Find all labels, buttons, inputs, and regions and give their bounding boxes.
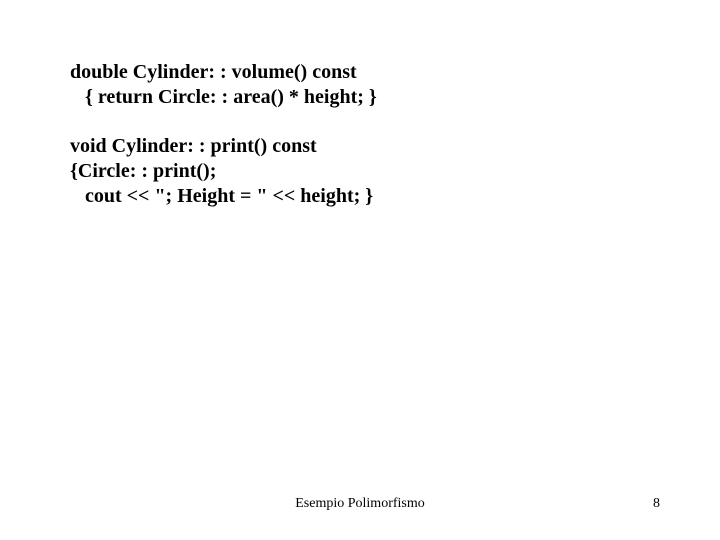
code-line-2: { return Circle: : area() * height; }	[70, 85, 650, 110]
slide: double Cylinder: : volume() const { retu…	[0, 0, 720, 540]
code-line-4: {Circle: : print();	[70, 159, 650, 184]
blank-line	[70, 110, 650, 134]
page-number: 8	[653, 496, 660, 512]
code-block: double Cylinder: : volume() const { retu…	[70, 60, 650, 209]
code-line-5: cout << "; Height = " << height; }	[70, 184, 650, 209]
footer-title: Esempio Polimorfismo	[0, 496, 720, 512]
code-line-1: double Cylinder: : volume() const	[70, 60, 650, 85]
code-line-3: void Cylinder: : print() const	[70, 134, 650, 159]
